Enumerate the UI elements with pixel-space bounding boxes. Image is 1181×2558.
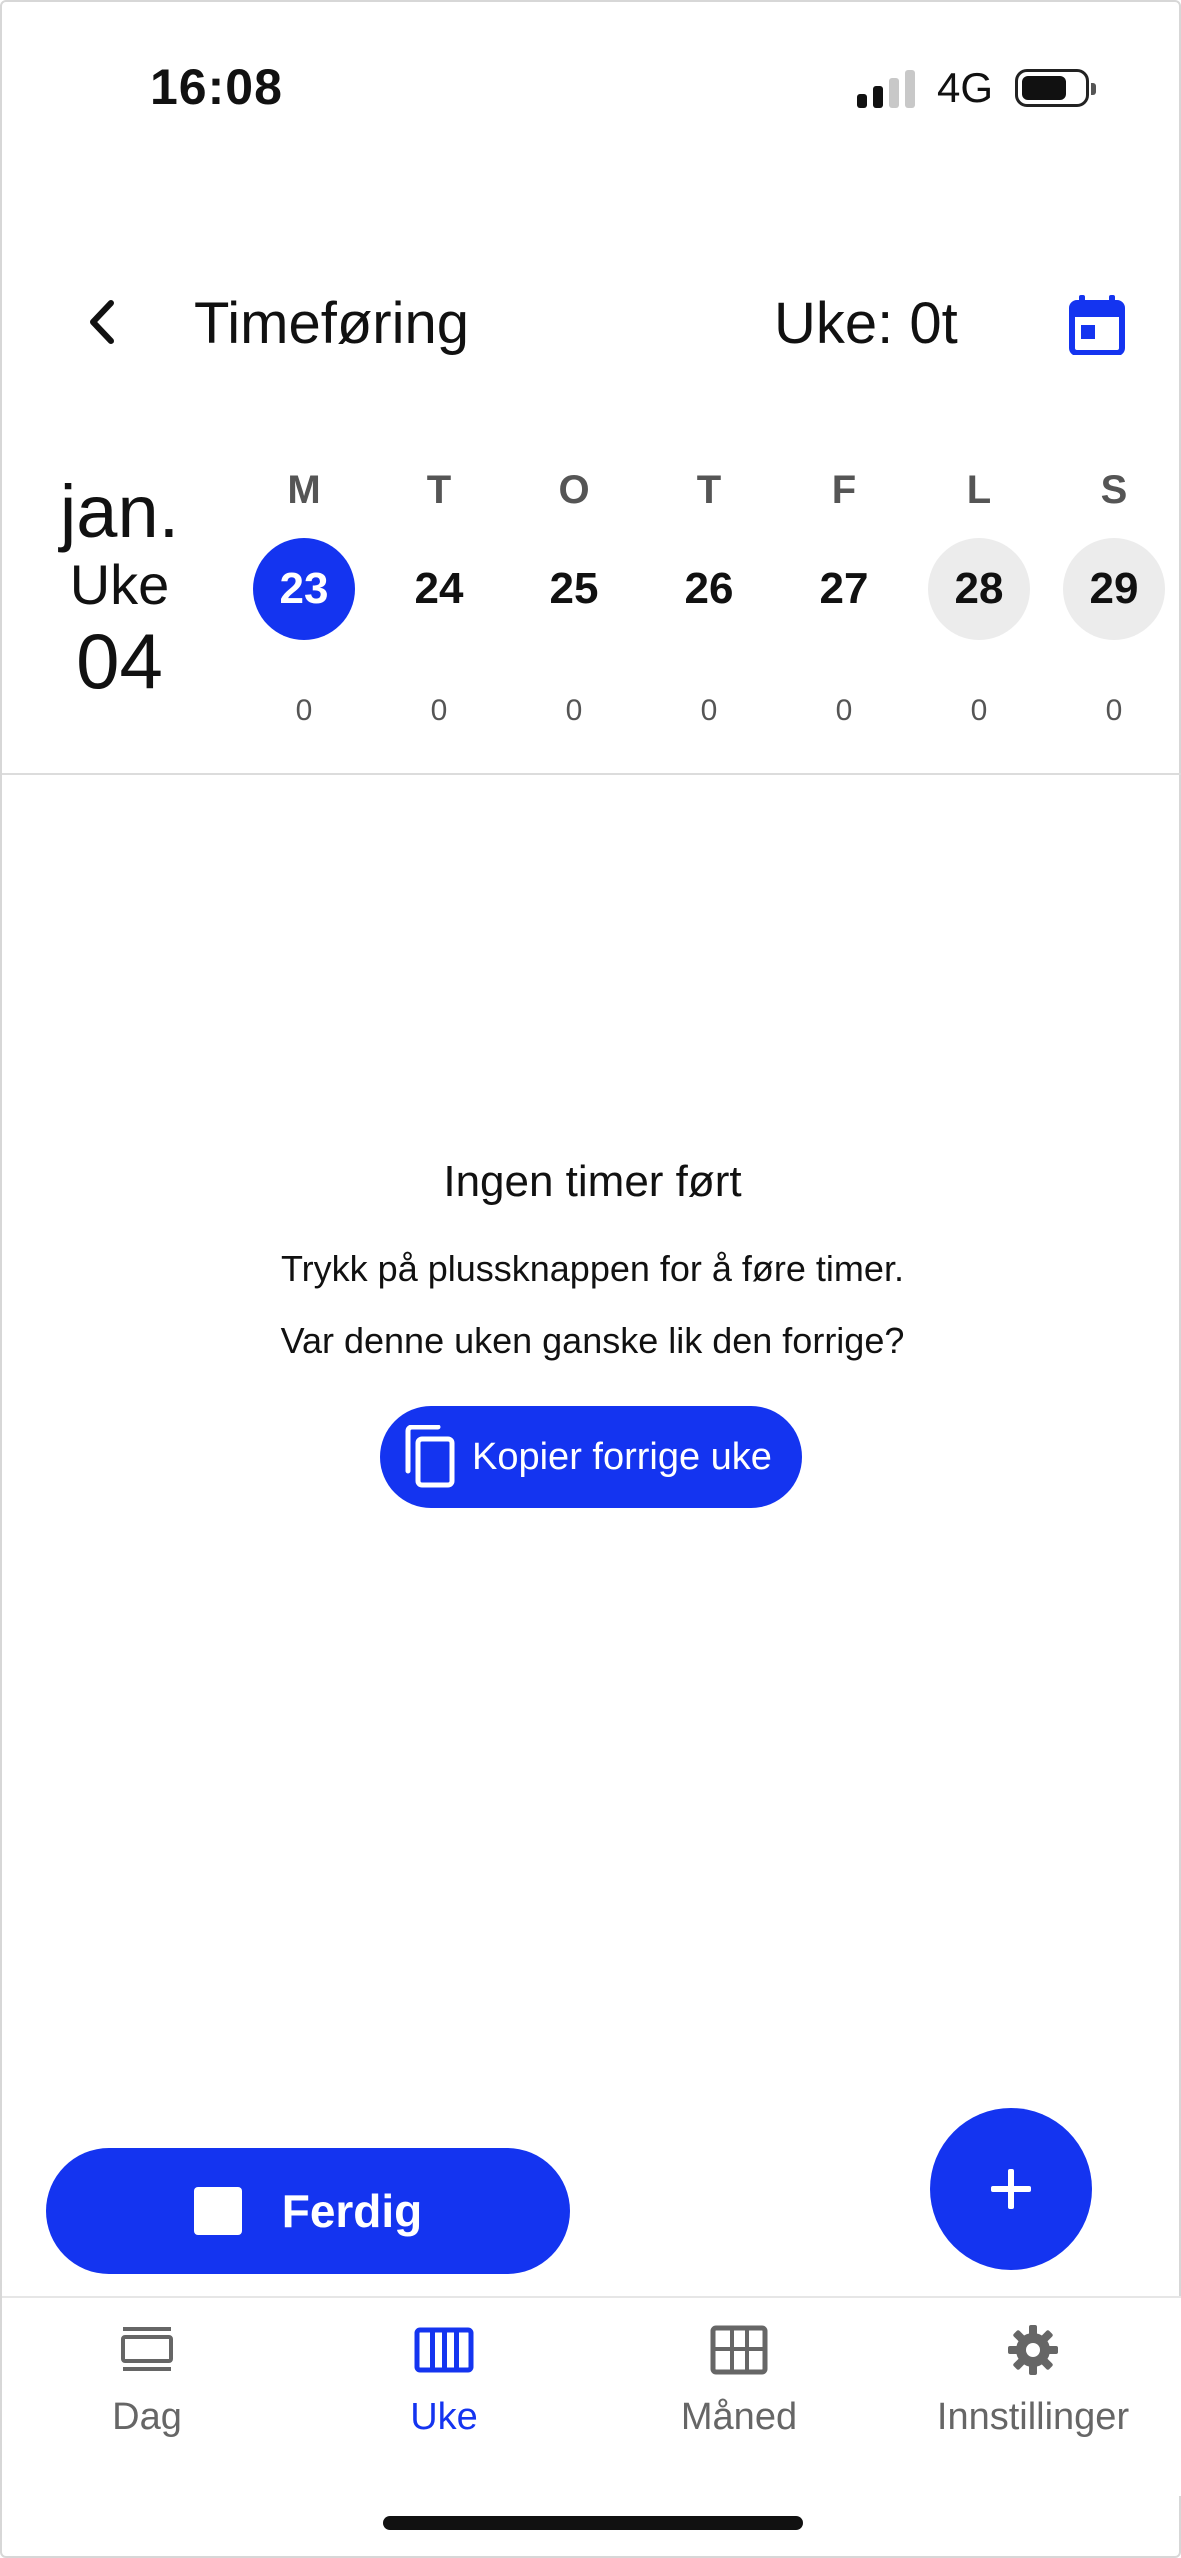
day-hours: 0: [295, 694, 313, 727]
day-column[interactable]: T 26 0: [655, 462, 763, 742]
week-day-strip: M 23 0 T 24 0 O 25 0 T 26 0 F 27 0 L 28 …: [250, 462, 1170, 742]
copy-previous-week-label: Kopier forrige uke: [472, 1435, 772, 1478]
battery-icon: [1015, 69, 1096, 107]
nav-item-day[interactable]: Dag: [2, 2298, 292, 2498]
back-button[interactable]: [72, 292, 132, 352]
app-header: Timeføring Uke: 0t: [2, 272, 1181, 372]
month-label: jan.: [59, 470, 180, 553]
empty-state: Ingen timer ført Trykk på plussknappen f…: [2, 1152, 1181, 1366]
day-date-weekend: 29: [1063, 538, 1165, 640]
copy-previous-week-button[interactable]: Kopier forrige uke: [380, 1406, 802, 1508]
nav-label-month: Måned: [680, 2396, 798, 2438]
nav-item-settings[interactable]: Innstillinger: [888, 2298, 1178, 2498]
week-view-icon: [414, 2327, 474, 2373]
status-icons: 4G: [856, 64, 1096, 112]
plus-icon: [991, 2169, 1031, 2209]
empty-state-title: Ingen timer ført: [443, 1157, 742, 1206]
nav-label-day: Dag: [112, 2396, 182, 2438]
page-title: Timeføring: [194, 291, 469, 356]
day-view-icon: [121, 2327, 173, 2371]
add-entry-button[interactable]: [930, 2108, 1092, 2270]
status-time: 16:08: [150, 59, 283, 115]
signal-icon: [856, 68, 915, 108]
day-date: 27: [819, 564, 869, 613]
day-date: 24: [414, 564, 464, 613]
copy-icon: [405, 1425, 455, 1488]
empty-state-question: Var denne uken ganske lik den forrige?: [280, 1320, 905, 1361]
calendar-button[interactable]: [1062, 290, 1132, 360]
nav-item-month[interactable]: Måned: [594, 2298, 884, 2498]
day-letter: S: [1100, 468, 1128, 512]
month-grid-icon: [710, 2325, 768, 2375]
day-hours: 0: [1105, 694, 1123, 727]
week-number: 04: [76, 617, 163, 705]
month-week-block: jan. Uke 04: [32, 470, 207, 705]
day-date: 26: [684, 564, 734, 613]
home-indicator: [383, 2516, 803, 2530]
day-letter: L: [966, 468, 992, 512]
empty-state-hint: Trykk på plussknappen for å føre timer.: [281, 1248, 904, 1289]
nav-item-week[interactable]: Uke: [299, 2298, 589, 2498]
done-label: Ferdig: [281, 2185, 423, 2237]
day-column[interactable]: O 25 0: [520, 462, 628, 742]
calendar-icon: [1069, 295, 1125, 355]
day-column[interactable]: T 24 0: [385, 462, 493, 742]
day-hours: 0: [700, 694, 718, 727]
week-hours-total: Uke: 0t: [774, 291, 958, 356]
nav-label-settings: Innstillinger: [936, 2396, 1130, 2438]
day-letter: T: [696, 468, 722, 512]
checkbox-icon: [193, 2187, 242, 2235]
chevron-left-icon: [90, 300, 114, 344]
day-date: 25: [549, 564, 599, 613]
day-column[interactable]: F 27 0: [790, 462, 898, 742]
day-letter: M: [287, 468, 321, 512]
bottom-nav: Dag Uke Måned Innstillinger: [2, 2296, 1181, 2496]
week-label: Uke: [69, 553, 170, 616]
network-type: 4G: [936, 64, 993, 111]
done-button[interactable]: Ferdig: [46, 2148, 570, 2274]
day-column[interactable]: L 28 0: [925, 462, 1033, 742]
app-frame: 16:08 4G Timeføring Uke: 0t jan. Uke 04 …: [0, 0, 1181, 2558]
day-letter: T: [426, 468, 452, 512]
gear-icon: [1008, 2325, 1058, 2375]
day-hours: 0: [565, 694, 583, 727]
day-column[interactable]: S 29 0: [1060, 462, 1168, 742]
day-hours: 0: [430, 694, 448, 727]
day-hours: 0: [970, 694, 988, 727]
day-date-weekend: 28: [928, 538, 1030, 640]
day-letter: F: [831, 468, 857, 512]
divider: [2, 773, 1181, 775]
day-column[interactable]: M 23 0: [250, 462, 358, 742]
day-hours: 0: [835, 694, 853, 727]
day-letter: O: [558, 468, 590, 512]
nav-label-week: Uke: [410, 2396, 478, 2438]
day-date-selected: 23: [253, 538, 355, 640]
